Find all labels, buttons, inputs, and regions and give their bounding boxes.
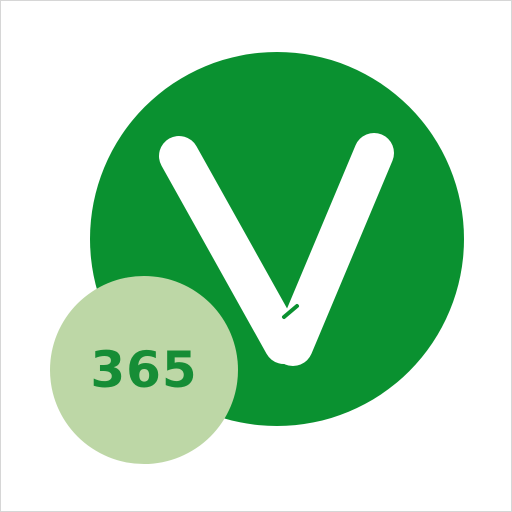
badge-number: 365 [90,341,198,399]
logo-graphic [50,52,464,464]
app-icon: 365 [0,0,512,512]
